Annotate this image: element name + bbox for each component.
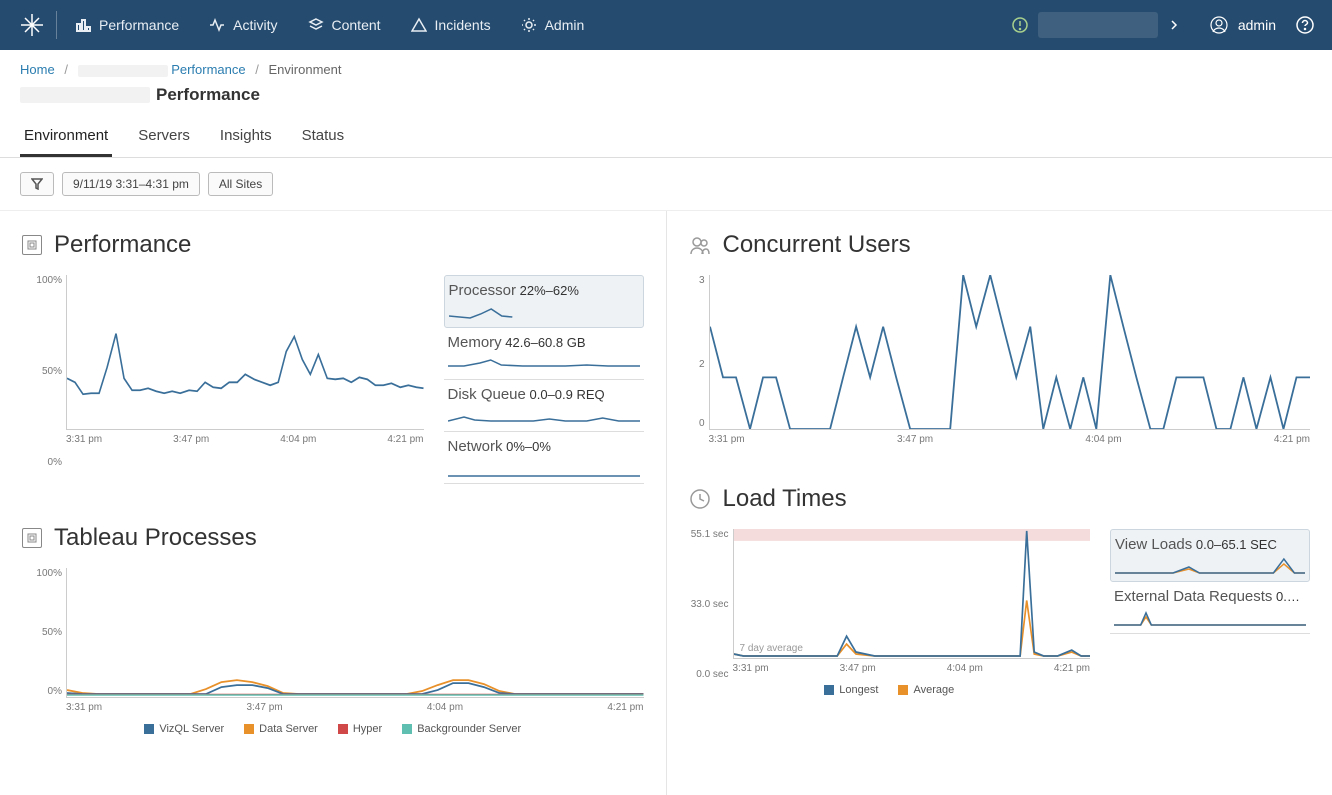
nav-content[interactable]: Content xyxy=(308,17,381,33)
performance-chart[interactable] xyxy=(66,275,424,430)
load-chart[interactable]: 7 day average xyxy=(733,529,1091,659)
filter-bar: 9/11/19 3:31–4:31 pm All Sites xyxy=(0,158,1332,211)
panel-title: Concurrent Users xyxy=(723,231,911,259)
y-axis: 100% 50% 0% xyxy=(18,568,66,697)
x-axis: 3:31 pm 3:47 pm 4:04 pm 4:21 pm xyxy=(66,430,424,445)
breadcrumb-home[interactable]: Home xyxy=(20,62,55,77)
status-icon[interactable] xyxy=(1012,17,1028,33)
nav-incidents[interactable]: Incidents xyxy=(411,17,491,33)
breadcrumb-section[interactable]: Performance xyxy=(171,62,245,77)
filter-icon xyxy=(31,178,43,190)
panel-load: Load Times 55.1 sec 33.0 sec 0.0 sec xyxy=(689,485,1311,696)
tab-servers[interactable]: Servers xyxy=(134,119,194,157)
tab-status[interactable]: Status xyxy=(298,119,349,157)
tabs: Environment Servers Insights Status xyxy=(0,119,1332,158)
x-axis: 3:31 pm 3:47 pm 4:04 pm 4:21 pm xyxy=(66,698,644,713)
users-icon xyxy=(689,234,711,256)
y-axis: 3 2 0 xyxy=(689,275,709,429)
panel-users: Concurrent Users 3 2 0 3:31 pm 3:47 pm 4… xyxy=(689,231,1311,445)
y-axis: 55.1 sec 33.0 sec 0.0 sec xyxy=(685,529,733,680)
load-metrics: View Loads 0.0–65.1 SEC External Data Re… xyxy=(1110,529,1310,696)
nav-label: Incidents xyxy=(435,17,491,33)
users-chart[interactable] xyxy=(709,275,1311,430)
panel-title: Load Times xyxy=(723,485,847,513)
x-axis: 3:31 pm 3:47 pm 4:04 pm 4:21 pm xyxy=(733,659,1091,674)
nav-label: Admin xyxy=(545,17,585,33)
metric-external[interactable]: External Data Requests 0.… xyxy=(1110,582,1310,634)
metric-processor[interactable]: Processor 22%–62% xyxy=(444,275,644,328)
nav-admin[interactable]: Admin xyxy=(521,17,585,33)
cpu-icon xyxy=(22,235,42,255)
metric-memory[interactable]: Memory 42.6–60.8 GB xyxy=(444,328,644,380)
nav-performance[interactable]: Performance xyxy=(75,17,179,33)
metric-disk[interactable]: Disk Queue 0.0–0.9 REQ xyxy=(444,380,644,432)
chevron-right-icon[interactable] xyxy=(1168,19,1180,31)
dashboard: Performance 100% 50% 0% 3:31 pm xyxy=(0,211,1332,795)
clock-icon xyxy=(689,488,711,510)
site-filter[interactable]: All Sites xyxy=(208,172,273,196)
nav-label: Activity xyxy=(233,17,277,33)
load-legend: Longest Average xyxy=(689,684,1091,696)
nav-divider xyxy=(56,11,57,39)
panel-performance: Performance 100% 50% 0% 3:31 pm xyxy=(22,231,644,484)
user-name[interactable]: admin xyxy=(1238,17,1276,33)
help-icon[interactable] xyxy=(1296,16,1314,34)
processes-legend: VizQL Server Data Server Hyper Backgroun… xyxy=(22,723,644,735)
user-icon[interactable] xyxy=(1210,16,1228,34)
timerange-filter[interactable]: 9/11/19 3:31–4:31 pm xyxy=(62,172,200,196)
y-axis: 100% 50% 0% xyxy=(18,275,66,468)
breadcrumb: Home / Performance / Environment xyxy=(0,50,1332,85)
panel-title: Tableau Processes xyxy=(54,524,257,552)
nav-activity[interactable]: Activity xyxy=(209,17,277,33)
page-title: Performance xyxy=(0,85,1332,119)
metric-viewloads[interactable]: View Loads 0.0–65.1 SEC xyxy=(1110,529,1310,582)
processes-chart[interactable] xyxy=(66,568,644,698)
app-logo-icon[interactable] xyxy=(18,11,46,39)
panel-title: Performance xyxy=(54,231,191,259)
tab-environment[interactable]: Environment xyxy=(20,119,112,157)
x-axis: 3:31 pm 3:47 pm 4:04 pm 4:21 pm xyxy=(709,430,1311,445)
search-box[interactable] xyxy=(1038,12,1158,38)
panel-processes: Tableau Processes 100% 50% 0% xyxy=(22,524,644,735)
breadcrumb-redacted xyxy=(78,65,168,77)
avg-note: 7 day average xyxy=(740,643,803,654)
nav-label: Content xyxy=(332,17,381,33)
cpu-icon xyxy=(22,528,42,548)
nav-label: Performance xyxy=(99,17,179,33)
page-title-text: Performance xyxy=(156,85,260,105)
breadcrumb-current: Environment xyxy=(268,62,341,77)
tab-insights[interactable]: Insights xyxy=(216,119,276,157)
filter-button[interactable] xyxy=(20,172,54,196)
performance-metrics: Processor 22%–62% Memory 42.6–60.8 GB Di… xyxy=(444,275,644,484)
top-nav: Performance Activity Content Incidents A… xyxy=(0,0,1332,50)
metric-network[interactable]: Network 0%–0% xyxy=(444,432,644,484)
